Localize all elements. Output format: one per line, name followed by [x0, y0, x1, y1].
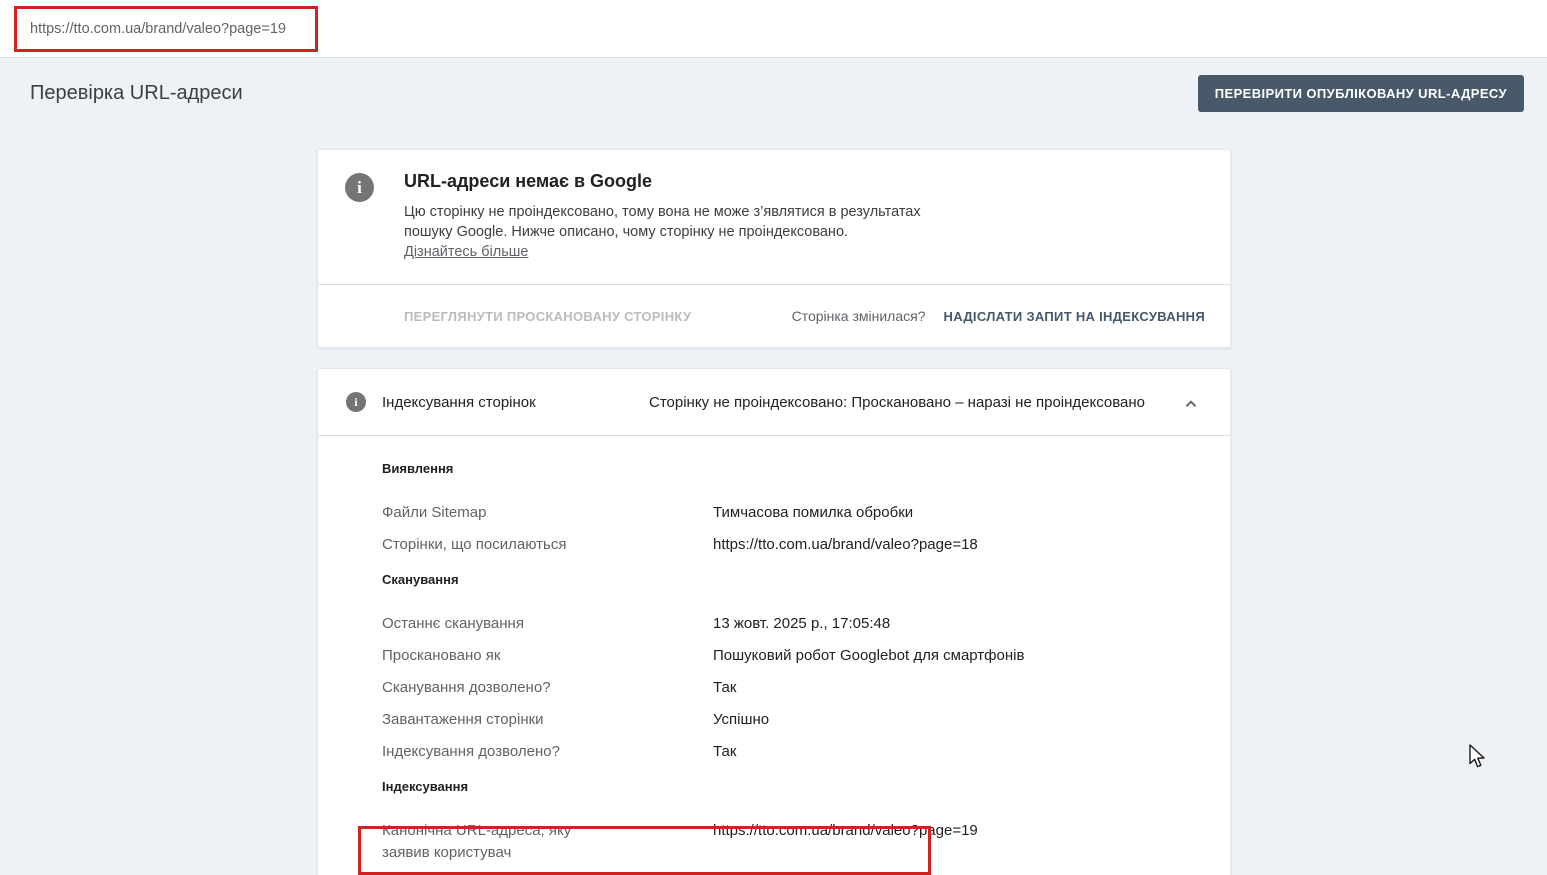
row-label: Канонічна URL-адреса, яку заявив користу… — [382, 820, 582, 864]
availability-title: URL-адреси немає в Google — [404, 171, 959, 192]
row-value: 13 жовт. 2025 р., 17:05:48 — [713, 613, 890, 635]
info-icon-small: i — [346, 392, 366, 412]
row-value: Так — [713, 741, 736, 763]
section-crawl: Сканування Останнє сканування 13 жовт. 2… — [382, 572, 1190, 763]
page-title: Перевірка URL-адреси — [30, 82, 243, 105]
row-label: Сканування дозволено? — [382, 677, 551, 699]
info-icon-glyph: i — [357, 178, 362, 198]
availability-description: Цю сторінку не проіндексовано, тому вона… — [404, 202, 959, 242]
url-inspection-bar[interactable]: https://tto.com.ua/brand/valeo?page=19 — [0, 0, 1547, 58]
row-value: Так — [713, 677, 736, 699]
page-indexing-card: i Індексування сторінок Сторінку не проі… — [317, 368, 1231, 875]
detail-row-referring-pages: Сторінки, що посилаються https://tto.com… — [382, 534, 1190, 556]
section-heading: Сканування — [382, 572, 1190, 587]
row-label: Останнє сканування — [382, 613, 524, 635]
chevron-up-icon[interactable] — [1180, 393, 1202, 415]
inspected-url-input[interactable]: https://tto.com.ua/brand/valeo?page=19 — [30, 21, 286, 37]
detail-row-sitemaps: Файли Sitemap Тимчасова помилка обробки — [382, 502, 1190, 524]
row-label: Проскановано як — [382, 645, 500, 667]
row-value: https://tto.com.ua/brand/valeo?page=18 — [713, 534, 978, 556]
detail-row-crawled-as: Проскановано як Пошуковий робот Googlebo… — [382, 645, 1190, 667]
section-indexing: Індексування Канонічна URL-адреса, яку з… — [382, 779, 1190, 864]
section-heading: Виявлення — [382, 461, 1190, 476]
availability-card: i URL-адреси немає в Google Цю сторінку … — [317, 149, 1231, 348]
section-heading: Індексування — [382, 779, 1190, 794]
availability-card-footer: ПЕРЕГЛЯНУТИ ПРОСКАНОВАНУ СТОРІНКУ Сторін… — [318, 284, 1230, 347]
row-value: Тимчасова помилка обробки — [713, 502, 913, 524]
info-icon-glyph: i — [354, 395, 357, 410]
view-crawled-page-button: ПЕРЕГЛЯНУТИ ПРОСКАНОВАНУ СТОРІНКУ — [404, 309, 691, 324]
detail-row-user-canonical: Канонічна URL-адреса, яку заявив користу… — [382, 820, 1190, 864]
row-label: Індексування дозволено? — [382, 741, 560, 763]
row-value: Пошуковий робот Googlebot для смартфонів — [713, 645, 1024, 667]
page-indexing-title: Індексування сторінок — [382, 394, 536, 411]
page-indexing-details: Виявлення Файли Sitemap Тимчасова помилк… — [318, 435, 1230, 864]
detail-row-last-crawl: Останнє сканування 13 жовт. 2025 р., 17:… — [382, 613, 1190, 635]
page-changed-label: Сторінка змінилася? — [792, 308, 926, 324]
request-indexing-button[interactable]: НАДІСЛАТИ ЗАПИТ НА ІНДЕКСУВАННЯ — [944, 309, 1206, 324]
section-discovery: Виявлення Файли Sitemap Тимчасова помилк… — [382, 461, 1190, 556]
learn-more-link[interactable]: Дізнайтесь більше — [404, 242, 528, 262]
row-label: Сторінки, що посилаються — [382, 534, 566, 556]
detail-row-page-fetch: Завантаження сторінки Успішно — [382, 709, 1190, 731]
row-value: https://tto.com.ua/brand/valeo?page=19 — [713, 820, 978, 842]
page-header: Перевірка URL-адреси ПЕРЕВІРИТИ ОПУБЛІКО… — [0, 58, 1547, 128]
test-live-url-button[interactable]: ПЕРЕВІРИТИ ОПУБЛІКОВАНУ URL-АДРЕСУ — [1198, 75, 1524, 112]
page-indexing-status: Сторінку не проіндексовано: Проскановано… — [649, 394, 1145, 411]
page-indexing-header[interactable]: i Індексування сторінок Сторінку не проі… — [318, 369, 1230, 435]
row-label: Файли Sitemap — [382, 502, 486, 524]
info-icon: i — [345, 173, 374, 202]
row-label: Завантаження сторінки — [382, 709, 544, 731]
availability-text-block: URL-адреси немає в Google Цю сторінку не… — [404, 171, 959, 262]
row-value: Успішно — [713, 709, 769, 731]
detail-row-crawl-allowed: Сканування дозволено? Так — [382, 677, 1190, 699]
mouse-cursor — [1468, 744, 1492, 775]
detail-row-indexing-allowed: Індексування дозволено? Так — [382, 741, 1190, 763]
